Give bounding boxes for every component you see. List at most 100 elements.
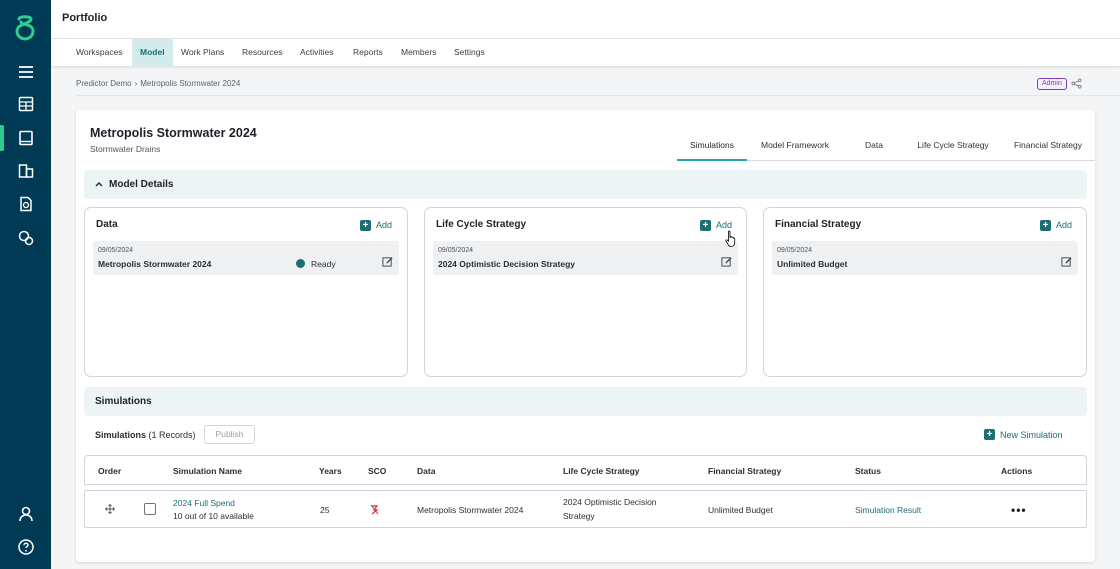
- model-title: Metropolis Stormwater 2024: [90, 126, 257, 140]
- main-nav: Workspaces Model Work Plans Resources Ac…: [51, 39, 1120, 66]
- model-details-heading: Model Details: [109, 179, 174, 190]
- column-header[interactable]: SCO: [368, 466, 386, 476]
- hand-pointer-cursor-icon: [725, 230, 736, 247]
- panel-title: Financial Strategy: [775, 219, 862, 230]
- life-cycle-strategy-cell: 2024 Optimistic Decision: [563, 497, 657, 507]
- model-card: Metropolis Stormwater 2024 Stormwater Dr…: [76, 110, 1095, 562]
- new-simulation-label: New Simulation: [1000, 429, 1063, 440]
- model-subtitle: Stormwater Drains: [90, 144, 161, 154]
- data-cell: Metropolis Stormwater 2024: [417, 505, 524, 515]
- entry-date: 09/05/2024: [98, 247, 134, 254]
- column-header[interactable]: Order: [98, 466, 121, 476]
- edit-icon[interactable]: [1061, 256, 1072, 267]
- financial-strategy-panel: Financial Strategy + Add 09/05/2024 Unli…: [763, 207, 1087, 377]
- plus-icon: +: [984, 429, 995, 440]
- entry-name: Metropolis Stormwater 2024: [98, 259, 212, 269]
- panel-title: Life Cycle Strategy: [436, 219, 527, 230]
- help-icon[interactable]: [0, 531, 51, 563]
- life-cycle-strategy-entry: 09/05/2024 2024 Optimistic Decision Stra…: [433, 241, 738, 275]
- plus-icon: +: [360, 219, 371, 231]
- app-logo-icon[interactable]: [12, 14, 38, 42]
- tab-life-cycle-strategy[interactable]: Life Cycle Strategy: [914, 140, 992, 161]
- column-header[interactable]: Data: [417, 466, 435, 476]
- sco-disabled-icon: [370, 504, 379, 515]
- tab-financial-strategy[interactable]: Financial Strategy: [1010, 140, 1086, 161]
- simulations-header: Simulations: [84, 387, 1087, 416]
- nav-activities[interactable]: Activities: [292, 39, 342, 66]
- simulations-heading: Simulations: [95, 396, 152, 407]
- data-entry: 09/05/2024 Metropolis Stormwater 2024 Re…: [93, 241, 399, 275]
- plus-icon: +: [1040, 219, 1051, 231]
- add-data-button[interactable]: + Add: [360, 219, 392, 231]
- share-icon[interactable]: [1071, 78, 1082, 89]
- report-icon[interactable]: [0, 188, 51, 220]
- status-dot: [296, 259, 305, 268]
- add-label: Add: [376, 220, 393, 230]
- table-row: 2024 Full Spend 10 out of 10 available 2…: [84, 490, 1087, 528]
- tab-simulations[interactable]: Simulations: [677, 140, 747, 161]
- simulation-name-link[interactable]: 2024 Full Spend: [173, 498, 235, 508]
- role-badge: Admin: [1037, 78, 1067, 90]
- life-cycle-strategy-panel: Life Cycle Strategy + Add 09/05/2024 202…: [424, 207, 747, 377]
- app-title: Portfolio: [62, 12, 108, 24]
- nav-resources[interactable]: Resources: [234, 39, 291, 66]
- entry-name: 2024 Optimistic Decision Strategy: [438, 259, 575, 269]
- nav-model[interactable]: Model: [132, 39, 173, 66]
- breadcrumb-item: Metropolis Stormwater 2024: [140, 79, 241, 88]
- book-icon[interactable]: [0, 122, 51, 154]
- financial-strategy-entry: 09/05/2024 Unlimited Budget: [772, 241, 1078, 275]
- edit-icon[interactable]: [382, 256, 393, 267]
- model-details-header[interactable]: Model Details: [84, 170, 1087, 199]
- nav-settings[interactable]: Settings: [446, 39, 493, 66]
- entry-date: 09/05/2024: [777, 247, 813, 254]
- column-header[interactable]: Life Cycle Strategy: [563, 466, 640, 476]
- dashboard-icon[interactable]: [0, 88, 51, 120]
- entry-name: Unlimited Budget: [777, 259, 848, 269]
- menu-icon[interactable]: [0, 56, 51, 88]
- nav-work-plans[interactable]: Work Plans: [173, 39, 232, 66]
- entry-date: 09/05/2024: [438, 247, 474, 254]
- breadcrumb-item[interactable]: Predictor Demo: [76, 79, 132, 88]
- row-checkbox[interactable]: [144, 503, 156, 515]
- nav-reports[interactable]: Reports: [345, 39, 391, 66]
- tab-model-framework[interactable]: Model Framework: [756, 140, 834, 161]
- add-financial-strategy-button[interactable]: + Add: [1040, 219, 1072, 231]
- simulation-result-link[interactable]: Simulation Result: [855, 505, 921, 515]
- more-actions-icon[interactable]: •••: [1011, 503, 1027, 517]
- add-label: Add: [1056, 220, 1073, 230]
- simulations-count: Simulations (1 Records): [95, 430, 196, 440]
- add-label: Add: [716, 220, 733, 230]
- simulations-table-header: Order Simulation Name Years SCO Data Lif…: [84, 455, 1087, 485]
- settings-cog-icon[interactable]: [0, 222, 51, 254]
- breadcrumb: Predictor Demo › Metropolis Stormwater 202…: [76, 79, 240, 88]
- publish-button[interactable]: Publish: [204, 425, 255, 444]
- top-bar: Portfolio: [51, 0, 1120, 39]
- chevron-up-icon: [95, 181, 103, 187]
- simulations-count-label: Simulations: [95, 430, 147, 440]
- column-header: Actions: [1001, 466, 1033, 476]
- edit-icon[interactable]: [721, 256, 732, 267]
- left-sidebar: [0, 0, 51, 569]
- buildings-icon[interactable]: [0, 155, 51, 187]
- panel-title: Data: [96, 219, 118, 230]
- records-count: (1 Records): [148, 430, 196, 440]
- nav-members[interactable]: Members: [393, 39, 444, 66]
- simulation-availability: 10 out of 10 available: [173, 511, 254, 521]
- divider: [76, 95, 1120, 96]
- breadcrumb-separator: ›: [134, 79, 138, 88]
- years-cell: 25: [320, 505, 330, 515]
- drag-handle-icon[interactable]: [105, 504, 115, 514]
- column-header[interactable]: Status: [855, 466, 881, 476]
- new-simulation-button[interactable]: + New Simulation: [984, 429, 1063, 440]
- user-icon[interactable]: [0, 498, 51, 530]
- column-header[interactable]: Years: [319, 466, 342, 476]
- nav-workspaces[interactable]: Workspaces: [68, 39, 131, 66]
- status-text: Ready: [311, 259, 336, 269]
- financial-strategy-cell: Unlimited Budget: [708, 505, 773, 515]
- column-header[interactable]: Simulation Name: [173, 466, 242, 476]
- data-panel: Data + Add 09/05/2024 Metropolis Stormwa…: [84, 207, 408, 377]
- tab-data[interactable]: Data: [859, 140, 889, 161]
- plus-icon: +: [700, 219, 711, 231]
- column-header[interactable]: Financial Strategy: [708, 466, 781, 476]
- life-cycle-strategy-cell-line2: Strategy: [563, 511, 595, 521]
